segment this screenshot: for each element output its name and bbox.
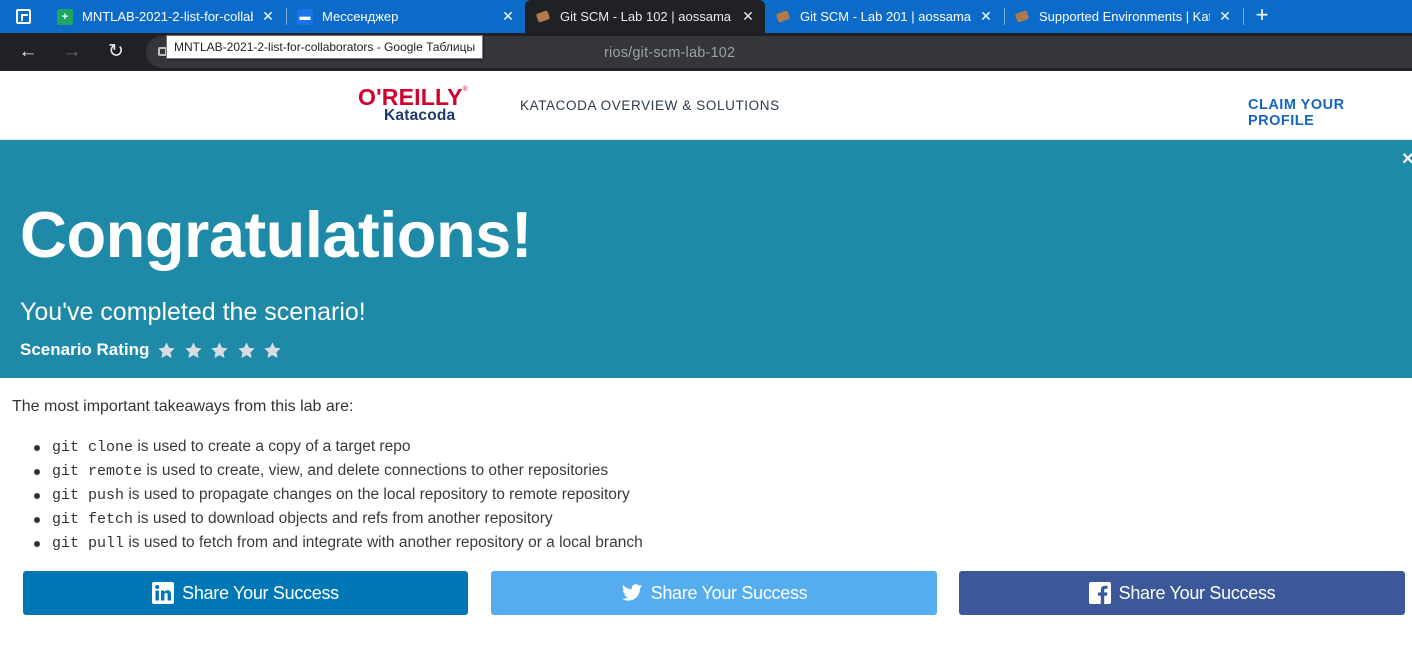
- star-icon[interactable]: [210, 341, 229, 360]
- close-icon[interactable]: ✕: [739, 8, 757, 25]
- close-icon[interactable]: ×: [1402, 148, 1412, 171]
- tab-git-scm-lab-201[interactable]: Git SCM - Lab 201 | aossama | Ka ✕: [765, 0, 1003, 33]
- tab-label: Git SCM - Lab 102 | aossama | Ka: [560, 9, 733, 24]
- share-facebook-button[interactable]: Share Your Success: [959, 571, 1405, 615]
- tab-tooltip: MNTLAB-2021-2-list-for-collaborators - G…: [166, 35, 484, 59]
- command-description: is used to download objects and refs fro…: [133, 510, 553, 527]
- command-code: git clone: [52, 439, 134, 456]
- share-linkedin-button[interactable]: Share Your Success: [23, 571, 468, 615]
- takeaways-intro: The most important takeaways from this l…: [12, 398, 354, 415]
- takeaways-list: git clone is used to create a copy of a …: [32, 435, 643, 555]
- linkedin-icon: [152, 582, 175, 604]
- facebook-icon: [1088, 582, 1111, 604]
- tab-label: MNTLAB-2021-2-list-for-collabo: [82, 9, 253, 24]
- star-icon[interactable]: [263, 341, 282, 360]
- rating-stars: [157, 341, 290, 360]
- command-code: git push: [52, 487, 125, 504]
- close-icon[interactable]: ✕: [977, 8, 995, 25]
- star-icon[interactable]: [157, 341, 176, 360]
- katacoda-icon: [535, 9, 551, 25]
- tab-git-scm-lab-102[interactable]: Git SCM - Lab 102 | aossama | Ka ✕: [525, 0, 765, 33]
- page-title: Congratulations!: [20, 198, 532, 271]
- share-label: Share Your Success: [1118, 582, 1276, 603]
- share-label: Share Your Success: [650, 582, 808, 603]
- katacoda-icon: [1014, 9, 1030, 25]
- browser-tab-strip: + MNTLAB-2021-2-list-for-collabo ✕ ▬ Мес…: [0, 0, 1412, 33]
- reload-icon[interactable]: ↻: [104, 40, 128, 64]
- google-sheets-icon: +: [57, 8, 73, 25]
- messenger-icon: ▬: [297, 8, 313, 25]
- command-description: is used to fetch from and integrate with…: [124, 534, 643, 551]
- list-item: git pull is used to fetch from and integ…: [32, 531, 643, 555]
- rating-label: Scenario Rating: [20, 340, 150, 359]
- tab-messenger[interactable]: ▬ Мессенджер ✕: [287, 0, 525, 33]
- list-item: git push is used to propagate changes on…: [32, 483, 643, 507]
- url-text: rios/git-scm-lab-102: [604, 45, 736, 61]
- tab-label: Мессенджер: [322, 9, 399, 24]
- list-item: git clone is used to create a copy of a …: [32, 435, 643, 459]
- logo-katacoda: Katacoda: [384, 107, 456, 124]
- command-description: is used to create, view, and delete conn…: [142, 462, 609, 479]
- command-code: git fetch: [52, 511, 134, 528]
- close-icon[interactable]: ✕: [259, 8, 277, 25]
- tab-google-sheets[interactable]: + MNTLAB-2021-2-list-for-collabo ✕: [47, 0, 285, 33]
- tab-supported-environments[interactable]: Supported Environments | Katac ✕: [1004, 0, 1242, 33]
- nav-katacoda-overview[interactable]: KATACODA OVERVIEW & SOLUTIONS: [520, 98, 780, 113]
- star-icon[interactable]: [237, 341, 256, 360]
- katacoda-icon: [775, 9, 791, 25]
- close-icon[interactable]: ✕: [1216, 8, 1234, 25]
- share-twitter-button[interactable]: Share Your Success: [491, 571, 937, 615]
- share-label: Share Your Success: [182, 582, 339, 603]
- completion-subtitle: You've completed the scenario!: [20, 298, 366, 326]
- congratulations-banner: × Congratulations! You've completed the …: [0, 140, 1412, 378]
- command-description: is used to create a copy of a target rep…: [133, 438, 411, 455]
- back-arrow-icon[interactable]: ←: [16, 40, 40, 64]
- window-menu-icon[interactable]: [16, 9, 31, 24]
- list-item: git fetch is used to download objects an…: [32, 507, 643, 531]
- command-code: git remote: [52, 463, 143, 480]
- tab-label: Git SCM - Lab 201 | aossama | Ka: [800, 9, 971, 24]
- command-code: git pull: [52, 535, 125, 552]
- tab-label: Supported Environments | Katac: [1039, 9, 1210, 24]
- twitter-icon: [621, 582, 643, 604]
- claim-profile-link[interactable]: CLAIM YOUR PROFILE: [1248, 97, 1412, 129]
- close-icon[interactable]: ✕: [499, 8, 517, 25]
- takeaways-section: The most important takeaways from this l…: [0, 378, 1412, 664]
- new-tab-button[interactable]: +: [1250, 4, 1274, 28]
- tab-divider: [1243, 8, 1244, 25]
- scenario-rating: Scenario Rating: [20, 340, 290, 360]
- command-description: is used to propagate changes on the loca…: [124, 486, 630, 503]
- site-header: O'REILLY® Katacoda KATACODA OVERVIEW & S…: [0, 71, 1412, 140]
- oreilly-katacoda-logo[interactable]: O'REILLY® Katacoda: [358, 84, 474, 126]
- star-icon[interactable]: [184, 341, 203, 360]
- list-item: git remote is used to create, view, and …: [32, 459, 643, 483]
- forward-arrow-icon[interactable]: →: [60, 40, 84, 64]
